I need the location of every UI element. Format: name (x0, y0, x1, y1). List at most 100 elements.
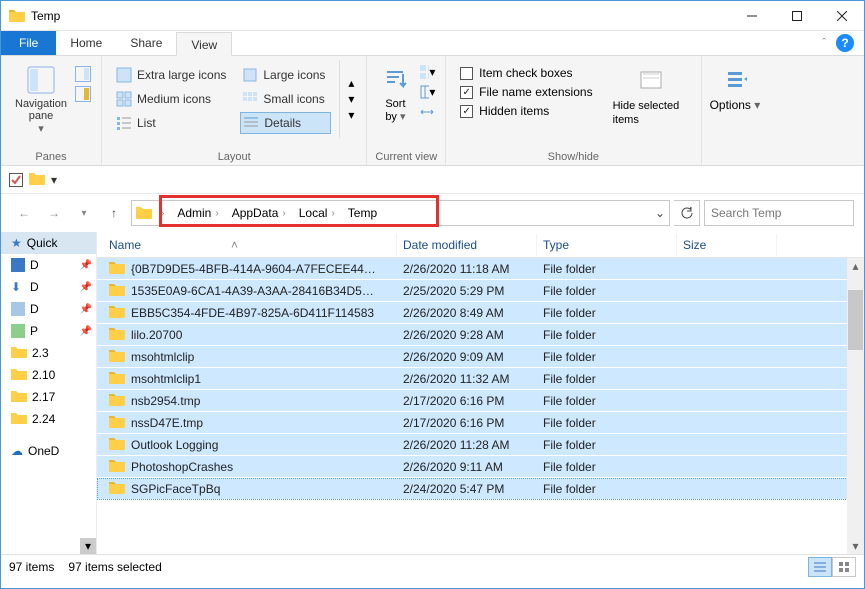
table-row[interactable]: lilo.207002/26/2020 9:28 AMFile folder (97, 324, 864, 346)
file-date: 2/26/2020 9:09 AM (397, 350, 537, 364)
recent-locations-icon[interactable]: ▾ (71, 200, 97, 226)
ribbon-group-show-hide: Item check boxes File name extensions Hi… (446, 56, 701, 165)
address-bar[interactable]: › Admin› AppData› Local› Temp ⌄ (131, 200, 670, 226)
folder-icon (109, 282, 125, 299)
preview-pane-icon[interactable] (75, 66, 91, 82)
back-button[interactable]: ← (11, 200, 37, 226)
up-button[interactable]: ↑ (101, 200, 127, 226)
scroll-up-icon[interactable]: ▴ (847, 258, 864, 274)
table-row[interactable]: PhotoshopCrashes2/26/2020 9:11 AMFile fo… (97, 456, 864, 478)
collapse-ribbon-icon[interactable]: ˆ (822, 37, 826, 49)
scroll-thumb[interactable] (848, 290, 863, 350)
tab-share[interactable]: Share (116, 31, 176, 55)
breadcrumb-admin[interactable]: Admin› (173, 204, 224, 222)
chevron-down-icon: ▾ (400, 111, 406, 123)
group-by-icon[interactable]: ▾ (419, 64, 435, 80)
minimize-button[interactable] (729, 1, 774, 30)
forward-button[interactable]: → (41, 200, 67, 226)
table-row[interactable]: EBB5C354-4FDE-4B97-825A-6D411F1145832/26… (97, 302, 864, 324)
file-type: File folder (537, 482, 677, 496)
breadcrumb-local[interactable]: Local› (295, 204, 341, 222)
file-date: 2/26/2020 11:32 AM (397, 372, 537, 386)
checkbox-item-check-boxes[interactable]: Item check boxes (460, 66, 592, 80)
sidebar-scroll-down-icon[interactable]: ▾ (80, 538, 96, 554)
sort-by-button[interactable]: Sort by ▾ (375, 60, 415, 123)
layout-scroll[interactable]: ▴ ▾ ▾ (339, 60, 358, 138)
scroll-down-icon[interactable]: ▾ (847, 538, 864, 554)
address-dropdown-icon[interactable]: ⌄ (655, 206, 665, 220)
tab-home[interactable]: Home (56, 31, 116, 55)
details-pane-icon[interactable] (75, 86, 91, 102)
pin-icon: 📌 (80, 282, 92, 293)
layout-medium[interactable]: Medium icons (114, 88, 232, 110)
documents-icon (11, 302, 25, 316)
tab-view[interactable]: View (176, 32, 232, 56)
navigation-pane-button[interactable]: Navigation pane ▾ (9, 60, 73, 135)
layout-details[interactable]: Details (240, 112, 331, 134)
file-name: 1535E0A9-6CA1-4A39-A3AA-28416B34D5… (131, 284, 374, 298)
close-button[interactable] (819, 1, 864, 30)
xl-icons-icon (116, 67, 132, 83)
customize-qa-icon[interactable]: ▾ (51, 173, 57, 187)
table-row[interactable]: nssD47E.tmp2/17/2020 6:16 PMFile folder (97, 412, 864, 434)
sidebar-folder-224[interactable]: 2.24 (1, 408, 96, 430)
column-type[interactable]: Type (537, 234, 677, 256)
options-button[interactable]: Options ▾ (710, 60, 766, 112)
menu-bar: File Home Share View ˆ ? (1, 31, 864, 56)
sidebar-documents[interactable]: D📌 (1, 298, 96, 320)
breadcrumb-chevron[interactable]: › (155, 206, 170, 221)
status-item-count: 97 items (9, 560, 54, 574)
size-columns-icon[interactable] (419, 104, 435, 120)
table-row[interactable]: nsb2954.tmp2/17/2020 6:16 PMFile folder (97, 390, 864, 412)
search-input[interactable]: Search Temp (704, 200, 854, 226)
sidebar-quick-access[interactable]: ★ Quick (1, 232, 96, 254)
layout-extra-large[interactable]: Extra large icons (114, 64, 232, 86)
file-type: File folder (537, 372, 677, 386)
sidebar-folder-217[interactable]: 2.17 (1, 386, 96, 408)
layout-small[interactable]: Small icons (240, 88, 331, 110)
table-row[interactable]: SGPicFaceTpBq2/24/2020 5:47 PMFile folde… (97, 478, 864, 500)
maximize-button[interactable] (774, 1, 819, 30)
sidebar-downloads[interactable]: ⬇D📌 (1, 276, 96, 298)
checkbox-file-name-extensions[interactable]: File name extensions (460, 85, 592, 99)
layout-large[interactable]: Large icons (240, 64, 331, 86)
hide-selected-items-button[interactable]: Hide selected items (613, 60, 693, 126)
checkbox-hidden-items[interactable]: Hidden items (460, 104, 592, 118)
thumbnails-view-toggle[interactable] (832, 557, 856, 577)
sidebar-folder-23[interactable]: 2.3 (1, 342, 96, 364)
chevron-down-icon: ▾ (754, 98, 760, 112)
folder-icon (109, 480, 125, 497)
column-size[interactable]: Size (677, 234, 777, 256)
tab-file[interactable]: File (1, 31, 56, 55)
layout-list[interactable]: List (114, 112, 232, 134)
pin-icon: 📌 (80, 326, 92, 337)
breadcrumb-temp[interactable]: Temp (344, 204, 381, 222)
refresh-button[interactable] (674, 200, 700, 226)
checkbox-icon (460, 105, 473, 118)
select-all-checkbox[interactable] (9, 173, 23, 187)
column-date[interactable]: Date modified (397, 234, 537, 256)
details-view-toggle[interactable] (808, 557, 832, 577)
help-button[interactable]: ? (836, 34, 854, 52)
main-area: ★ Quick D📌 ⬇D📌 D📌 P📌 2.3 2.10 2.17 2.24 … (1, 232, 864, 554)
sidebar-folder-210[interactable]: 2.10 (1, 364, 96, 386)
file-name: lilo.20700 (131, 328, 182, 342)
sidebar-onedrive[interactable]: ☁OneD (1, 440, 96, 462)
sidebar-pictures[interactable]: P📌 (1, 320, 96, 342)
column-name[interactable]: Name˄ (97, 234, 397, 256)
table-row[interactable]: msohtmlclip12/26/2020 11:32 AMFile folde… (97, 368, 864, 390)
ribbon-group-layout: Extra large icons Large icons Medium ico… (102, 56, 367, 165)
chevron-down-icon[interactable]: ▾ (344, 92, 358, 106)
vertical-scrollbar[interactable]: ▴ ▾ (847, 258, 864, 554)
table-row[interactable]: Outlook Logging2/26/2020 11:28 AMFile fo… (97, 434, 864, 456)
sidebar-desktop[interactable]: D📌 (1, 254, 96, 276)
add-columns-icon[interactable]: ▾ (419, 84, 435, 100)
breadcrumb-appdata[interactable]: AppData› (228, 204, 292, 222)
chevron-up-icon[interactable]: ▴ (344, 76, 358, 90)
table-row[interactable]: 1535E0A9-6CA1-4A39-A3AA-28416B34D5…2/25/… (97, 280, 864, 302)
folder-icon (11, 367, 27, 384)
file-type: File folder (537, 394, 677, 408)
dropdown-icon[interactable]: ▾ (344, 108, 358, 122)
table-row[interactable]: {0B7D9DE5-4BFB-414A-9604-A7FECEE44…2/26/… (97, 258, 864, 280)
table-row[interactable]: msohtmlclip2/26/2020 9:09 AMFile folder (97, 346, 864, 368)
